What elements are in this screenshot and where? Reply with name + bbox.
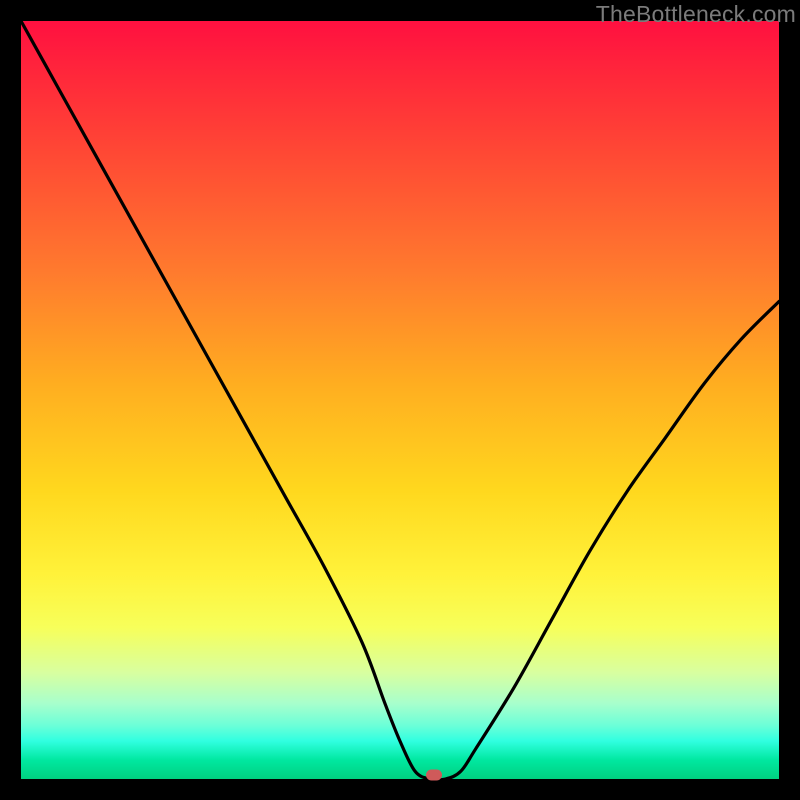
bottleneck-curve [21, 21, 779, 779]
watermark-text: TheBottleneck.com [596, 1, 796, 28]
chart-frame: TheBottleneck.com [0, 0, 800, 800]
plot-area [21, 21, 779, 779]
optimum-marker [426, 770, 442, 781]
